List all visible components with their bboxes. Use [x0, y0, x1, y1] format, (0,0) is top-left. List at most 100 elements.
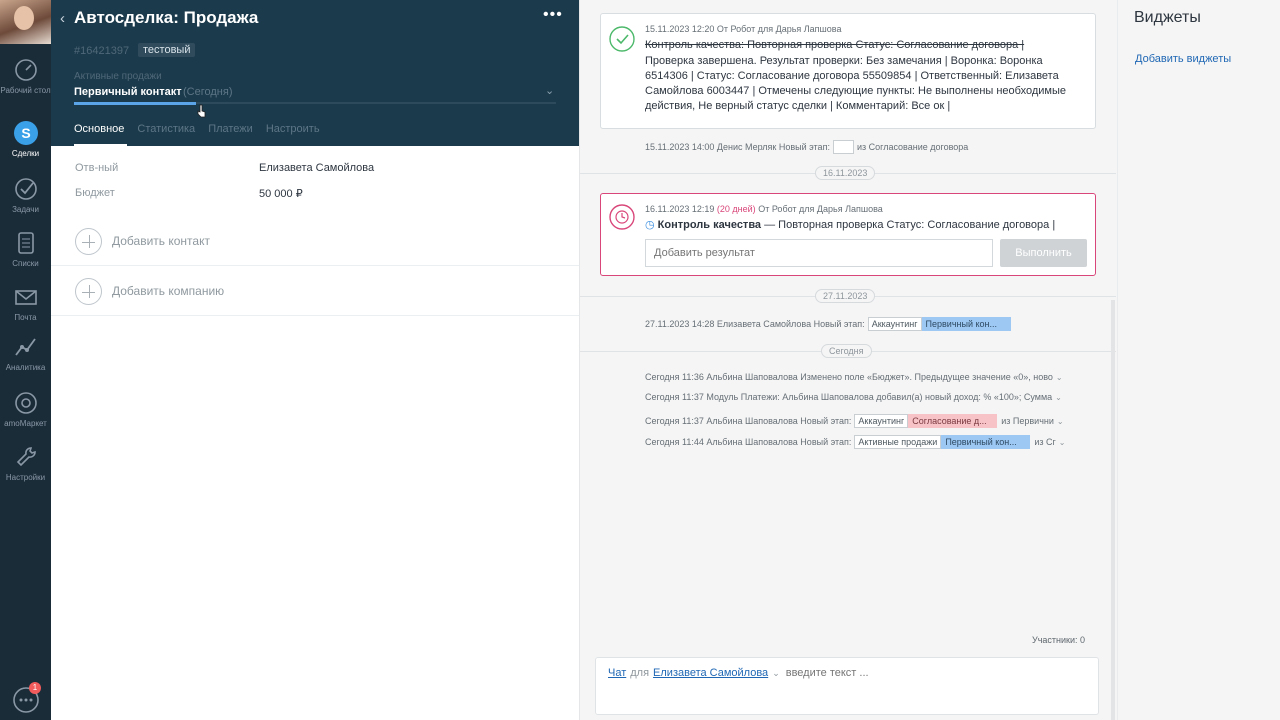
event-suffix: из Первични [1001, 416, 1054, 426]
date-separator: 16.11.2023 [815, 166, 876, 180]
lead-card: ‹ Автосделка: Продажа ••• #16421397 тест… [51, 0, 579, 720]
composer-input[interactable] [785, 667, 986, 679]
event-suffix: из Согласование договора [856, 142, 969, 152]
stage-change-event: 27.11.2023 14:28 Елизавета Самойлова Нов… [645, 317, 1011, 331]
divider [51, 315, 579, 316]
svg-text:S: S [21, 125, 30, 141]
plus-icon [75, 227, 102, 255]
date-separator: Сегодня [821, 344, 872, 358]
add-contact-button[interactable]: Добавить контакт [75, 227, 210, 255]
market-icon [14, 392, 37, 414]
event-text: Сегодня 11:44 Альбина Шаповалова Новый э… [645, 437, 852, 447]
stage-chip-empty [832, 140, 854, 154]
stage-select[interactable]: Первичный контакт [74, 86, 182, 98]
field-label-responsible: Отв-ный [75, 162, 119, 174]
nav-item-lists[interactable]: Списки [0, 230, 51, 268]
stage-chip-new: Согласование д... [908, 414, 998, 428]
widgets-panel: Виджеты Добавить виджеты [1117, 0, 1280, 720]
widgets-title: Виджеты [1134, 9, 1201, 26]
task-text: — Повторная проверка Статус: Согласовани… [764, 219, 1056, 231]
chevron-down-icon[interactable]: ⌄ [1059, 438, 1066, 447]
stage-progress [74, 102, 196, 105]
nav-item-label: Задачи [12, 205, 39, 214]
note-body: Проверка завершена. Результат проверки: … [645, 55, 1067, 112]
event-text: 27.11.2023 14:28 Елизавета Самойлова Нов… [645, 319, 865, 329]
field-value-budget[interactable]: 50 000 ₽ [259, 187, 303, 200]
completed-task-note: 15.11.2023 12:20 От Робот для Дарья Лапш… [600, 13, 1096, 129]
add-company-button[interactable]: Добавить компанию [75, 277, 224, 305]
feed-event[interactable]: Сегодня 11:44 Альбина Шаповалова Новый э… [645, 435, 1090, 449]
nav-item-tasks[interactable]: Задачи [0, 176, 51, 214]
check-circle-icon [609, 26, 635, 52]
task-result-input[interactable] [645, 239, 993, 267]
main-nav: Рабочий стол S Сделки Задачи Списки Почт… [0, 0, 51, 720]
card-tabs: Основное Статистика Платежи Настроить [74, 123, 320, 135]
chat-badge: 1 [29, 682, 41, 694]
tab-main[interactable]: Основное [74, 123, 124, 135]
active-tab-underline [74, 144, 127, 146]
event-text: 15.11.2023 14:00 Денис Мерляк Новый этап… [645, 142, 830, 152]
pipeline-name: Активные продажи [74, 71, 162, 82]
tab-configure[interactable]: Настроить [266, 123, 320, 135]
date-separator: 27.11.2023 [815, 289, 876, 303]
event-suffix: из Сг [1034, 437, 1056, 447]
lead-tag[interactable]: тестовый [138, 43, 196, 57]
field-value-responsible[interactable]: Елизавета Самойлова [259, 162, 374, 174]
overdue-label: (20 дней) [716, 204, 756, 214]
event-text: Сегодня 11:37 Альбина Шаповалова Новый э… [645, 416, 852, 426]
dashboard-icon [14, 59, 37, 81]
analytics-icon [14, 338, 36, 356]
note-title: Контроль качества: Повторная проверка Ст… [645, 39, 1025, 51]
composer-header: Чат для Елизавета Самойлова ⌄ [608, 667, 986, 679]
overdue-task-note: 16.11.2023 12:19 (20 дней) От Робот для … [600, 193, 1096, 276]
nav-item-settings[interactable]: Настройки [0, 444, 51, 482]
composer-for-label: для [630, 667, 650, 679]
stage-chip-new: Первичный кон... [941, 435, 1031, 449]
feed-event[interactable]: Сегодня 11:37 Альбина Шаповалова Новый э… [645, 414, 1090, 428]
stage-chip-new: Первичный кон... [921, 317, 1011, 331]
add-widgets-link[interactable]: Добавить виджеты [1135, 53, 1231, 65]
feed-scrollbar[interactable] [1111, 300, 1115, 720]
complete-task-button[interactable]: Выполнить [1000, 239, 1087, 267]
tab-payments[interactable]: Платежи [208, 123, 253, 135]
lead-id: #16421397 [74, 45, 130, 57]
chevron-down-icon[interactable]: ⌄ [772, 668, 780, 679]
composer-recipient[interactable]: Елизавета Самойлова [653, 667, 768, 679]
nav-item-dashboard[interactable]: Рабочий стол [0, 57, 51, 95]
chevron-down-icon[interactable]: ⌄ [1056, 373, 1063, 382]
nav-item-label: Аналитика [5, 363, 46, 372]
tasks-icon [14, 178, 37, 200]
back-arrow-icon[interactable]: ‹ [60, 10, 65, 27]
stage-chip-old: Аккаунтинг [867, 317, 922, 331]
user-avatar[interactable] [0, 0, 51, 44]
nav-item-label: Почта [14, 313, 37, 322]
event-text: Сегодня 11:37 Модуль Платежи: Альбина Ша… [645, 392, 1053, 402]
add-contact-label: Добавить контакт [112, 234, 210, 248]
feed-event[interactable]: Сегодня 11:36 Альбина Шаповалова Изменен… [645, 372, 1090, 382]
divider [51, 265, 579, 266]
composer-type-select[interactable]: Чат [608, 667, 626, 679]
feed-event[interactable]: Сегодня 11:37 Модуль Платежи: Альбина Ша… [645, 392, 1090, 402]
mail-icon [14, 290, 37, 305]
stage-change-event: 15.11.2023 14:00 Денис Мерляк Новый этап… [645, 140, 968, 154]
stage-chip-pipeline: Аккаунтинг [854, 414, 909, 428]
nav-item-deals[interactable]: S Сделки [0, 120, 51, 158]
note-meta: 16.11.2023 12:19 (20 дней) От Робот для … [645, 204, 883, 214]
tab-statistics[interactable]: Статистика [137, 123, 195, 135]
note-date: 16.11.2023 12:19 [645, 204, 715, 214]
nav-item-analytics[interactable]: Аналитика [0, 334, 51, 372]
chevron-down-icon[interactable]: ⌄ [1055, 393, 1062, 402]
chevron-down-icon[interactable]: ⌄ [545, 84, 554, 97]
nav-item-market[interactable]: amoМаркет [0, 390, 51, 428]
nav-item-label: amoМаркет [4, 419, 47, 428]
page-title[interactable]: Автосделка: Продажа [74, 8, 258, 28]
chevron-down-icon[interactable]: ⌄ [1057, 417, 1064, 426]
nav-item-mail[interactable]: Почта [0, 284, 51, 322]
settings-icon [16, 447, 36, 467]
note-meta: 15.11.2023 12:20 От Робот для Дарья Лапш… [645, 24, 842, 34]
stage-time: (Сегодня) [183, 86, 233, 98]
participants-count[interactable]: Участники: 0 [1032, 635, 1085, 645]
more-menu-icon[interactable]: ••• [543, 6, 563, 24]
stage-chip-pipeline: Активные продажи [854, 435, 942, 449]
mouse-cursor-icon [197, 104, 206, 118]
